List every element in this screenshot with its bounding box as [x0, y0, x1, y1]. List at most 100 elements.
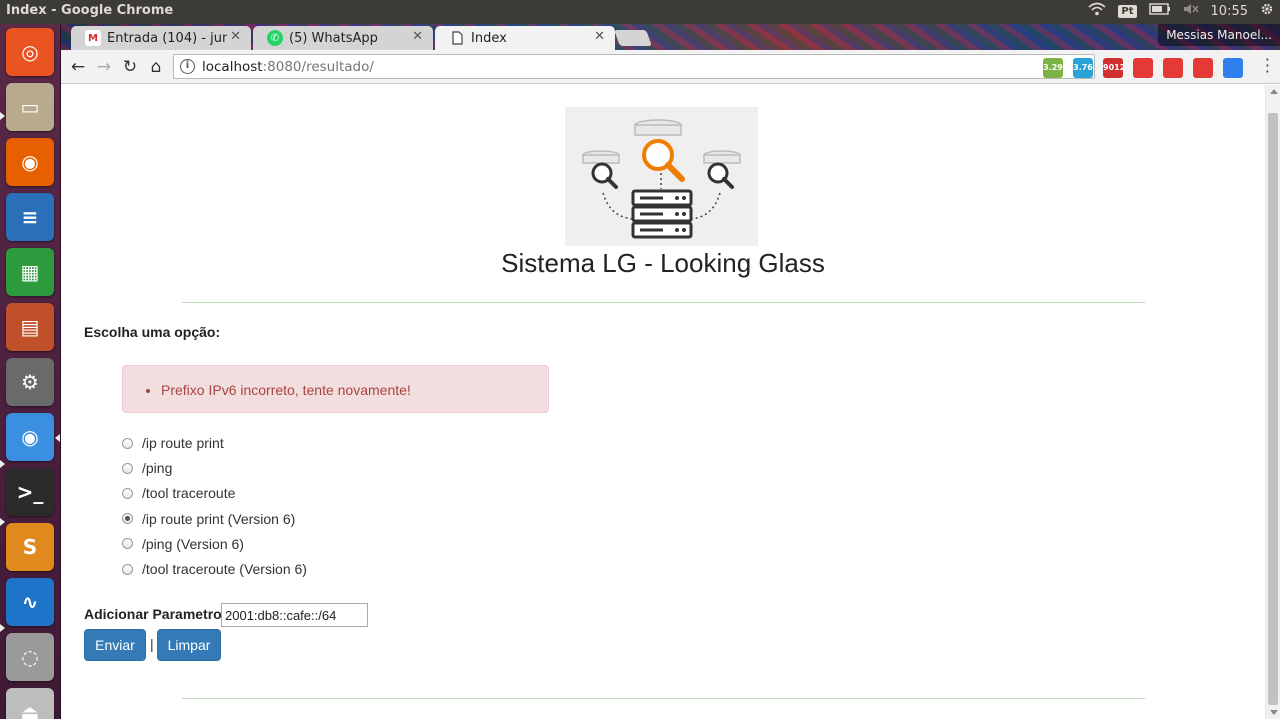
close-tab-icon[interactable]: ✕	[594, 29, 605, 44]
radio-button[interactable]	[122, 462, 133, 474]
command-option[interactable]: /ip route print (Version 6)	[122, 510, 295, 528]
url-host: localhost	[202, 59, 263, 75]
wifi-icon[interactable]	[1088, 2, 1106, 20]
libreoffice-calc-icon: ▦	[20, 260, 40, 284]
forward-arrow-icon[interactable]: →	[93, 56, 115, 78]
clock[interactable]: 10:55	[1211, 4, 1248, 19]
disk-launcher-icon[interactable]: ◌	[6, 633, 54, 681]
radio-button[interactable]	[122, 513, 133, 525]
param-label: Adicionar Parametro:	[84, 606, 227, 622]
running-indicator	[0, 518, 5, 526]
system-tray: Pt 10:55	[1088, 2, 1274, 20]
ubuntu-dash-launcher-icon[interactable]: ◎	[6, 28, 54, 76]
extension-blue-icon[interactable]	[1223, 58, 1243, 78]
page-title: Sistema LG - Looking Glass	[501, 248, 825, 278]
extension-gmail-counter-icon[interactable]: 9012	[1103, 58, 1125, 78]
tab-label: Entrada (104) - jun	[107, 30, 227, 46]
divider-bottom	[182, 698, 1145, 699]
option-label: /ping (Version 6)	[142, 535, 244, 552]
command-option[interactable]: /ping	[122, 459, 172, 477]
terminal-icon: >_	[16, 480, 44, 504]
page-icon	[449, 30, 465, 46]
usb-drive-icon: ⏏	[20, 700, 40, 719]
system-monitor-launcher-icon[interactable]: ∿	[6, 578, 54, 626]
close-tab-icon[interactable]: ✕	[412, 29, 423, 44]
page-scrollbar[interactable]	[1265, 85, 1280, 719]
option-label: /ip route print	[142, 435, 224, 451]
system-settings-launcher-icon[interactable]: ⚙	[6, 358, 54, 406]
scroll-down-arrow-icon[interactable]	[1270, 710, 1278, 715]
tab-gmail[interactable]: M Entrada (104) - jun ✕	[71, 26, 251, 50]
option-label: /tool traceroute (Version 6)	[142, 561, 307, 577]
site-info-icon[interactable]: i	[180, 59, 195, 74]
ubuntu-dash-icon: ◎	[21, 40, 39, 64]
gmail-icon: M	[85, 30, 101, 46]
chrome-menu-icon[interactable]: · · ·	[1265, 52, 1270, 80]
browser-toolbar: ← → ↻ ⌂ i localhost:8080/resultado/ ☆ 3.…	[61, 50, 1280, 84]
option-label: /ping	[142, 460, 173, 477]
sublime-text-launcher-icon[interactable]: S	[6, 523, 54, 571]
extension-red-2-icon[interactable]	[1163, 58, 1183, 78]
settings-gear-icon[interactable]	[1260, 2, 1274, 20]
libreoffice-calc-launcher-icon[interactable]: ▦	[6, 248, 54, 296]
close-tab-icon[interactable]: ✕	[230, 29, 241, 44]
usb-drive-launcher-icon[interactable]: ⏏	[6, 688, 54, 719]
whatsapp-icon: ✆	[267, 30, 283, 46]
url-path: :8080/resultado/	[262, 59, 374, 75]
new-tab-button[interactable]	[614, 30, 652, 46]
tab-whatsapp[interactable]: ✆ (5) WhatsApp ✕	[253, 26, 433, 50]
extension-red-1-icon[interactable]	[1133, 58, 1153, 78]
system-settings-icon: ⚙	[21, 370, 39, 394]
firefox-icon: ◉	[21, 150, 39, 174]
profile-button[interactable]: Messias Manoel...	[1158, 24, 1280, 46]
command-option[interactable]: /tool traceroute (Version 6)	[122, 560, 307, 578]
firefox-launcher-icon[interactable]: ◉	[6, 138, 54, 186]
command-option[interactable]: /tool traceroute	[122, 484, 235, 502]
chrome-icon: ◉	[21, 425, 39, 449]
extension-android-blue-icon[interactable]: 3.76	[1073, 58, 1093, 78]
param-input[interactable]	[221, 603, 368, 627]
address-bar[interactable]: i localhost:8080/resultado/ ☆	[173, 54, 1095, 79]
terminal-launcher-icon[interactable]: >_	[6, 468, 54, 516]
choose-option-label: Escolha uma opção:	[84, 324, 221, 340]
home-icon[interactable]: ⌂	[145, 56, 167, 78]
libreoffice-impress-launcher-icon[interactable]: ▤	[6, 303, 54, 351]
submit-button[interactable]: Enviar	[84, 629, 146, 661]
looking-glass-logo	[565, 107, 758, 246]
running-indicator	[0, 112, 5, 120]
extension-opera-icon[interactable]	[1193, 58, 1213, 78]
radio-button[interactable]	[122, 437, 133, 449]
option-label: /tool traceroute	[142, 485, 236, 502]
window-title: Index - Google Chrome	[6, 3, 174, 18]
command-option[interactable]: /ping (Version 6)	[122, 535, 244, 553]
chrome-tab-strip: M Entrada (104) - jun ✕ ✆ (5) WhatsApp ✕…	[61, 24, 1280, 50]
keyboard-layout-indicator[interactable]: Pt	[1118, 4, 1137, 18]
url-text: localhost:8080/resultado/	[202, 59, 374, 75]
clear-button[interactable]: Limpar	[157, 629, 221, 661]
libreoffice-impress-icon: ▤	[20, 315, 40, 339]
scroll-up-arrow-icon[interactable]	[1270, 89, 1278, 94]
tab-index[interactable]: Index ✕	[435, 26, 615, 50]
extension-android-green-icon[interactable]: 3.29	[1043, 58, 1063, 78]
battery-icon[interactable]	[1148, 3, 1171, 19]
divider-top	[182, 302, 1145, 303]
disk-icon: ◌	[21, 645, 39, 669]
reload-icon[interactable]: ↻	[119, 56, 141, 78]
radio-button[interactable]	[122, 538, 133, 550]
running-indicator	[0, 624, 5, 632]
active-app-indicator	[55, 434, 60, 442]
unity-launcher: ◎ ▭ ◉ ≡ ▦ ▤ ⚙ ◉ >_ S ∿ ◌ ⏏	[0, 24, 61, 719]
libreoffice-writer-launcher-icon[interactable]: ≡	[6, 193, 54, 241]
volume-muted-icon[interactable]	[1183, 3, 1199, 19]
back-arrow-icon[interactable]: ←	[67, 56, 89, 78]
chrome-launcher-icon[interactable]: ◉	[6, 413, 54, 461]
radio-button[interactable]	[122, 487, 133, 499]
files-launcher-icon[interactable]: ▭	[6, 83, 54, 131]
command-option[interactable]: /ip route print	[122, 434, 224, 452]
tab-label: Index	[471, 30, 507, 46]
radio-button[interactable]	[122, 563, 133, 575]
system-top-bar: Index - Google Chrome Pt 10:55	[0, 0, 1280, 24]
running-indicator	[0, 460, 5, 468]
scrollbar-thumb[interactable]	[1268, 113, 1278, 705]
sublime-text-icon: S	[22, 535, 38, 559]
